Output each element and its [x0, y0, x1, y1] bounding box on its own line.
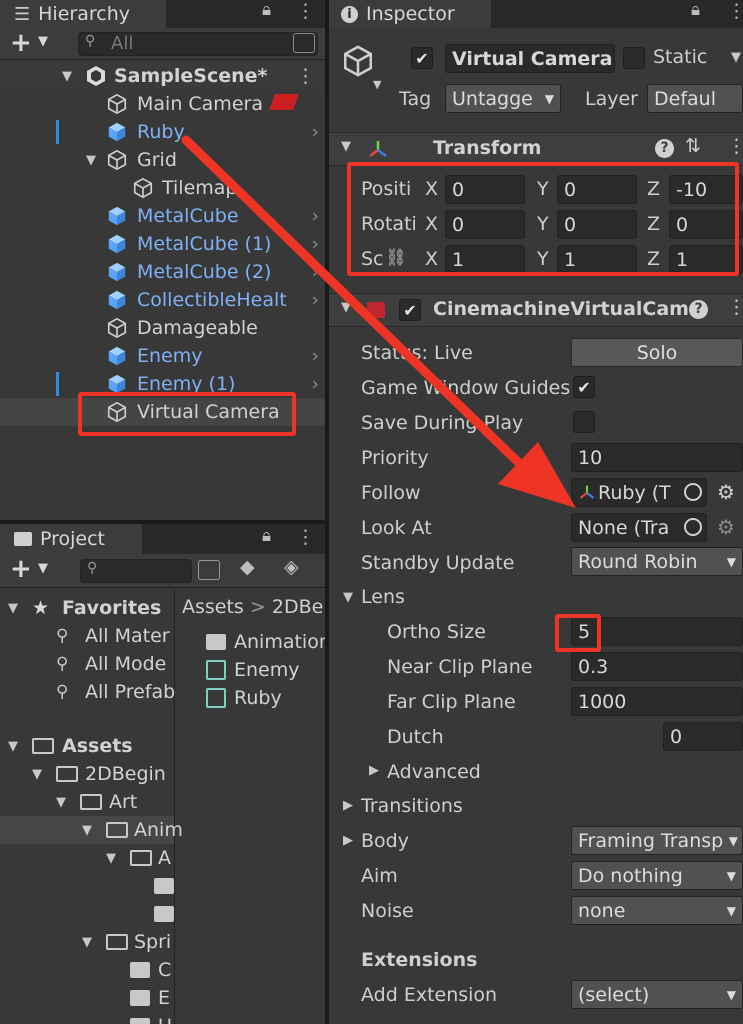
annotation-arrow [181, 135, 576, 508]
